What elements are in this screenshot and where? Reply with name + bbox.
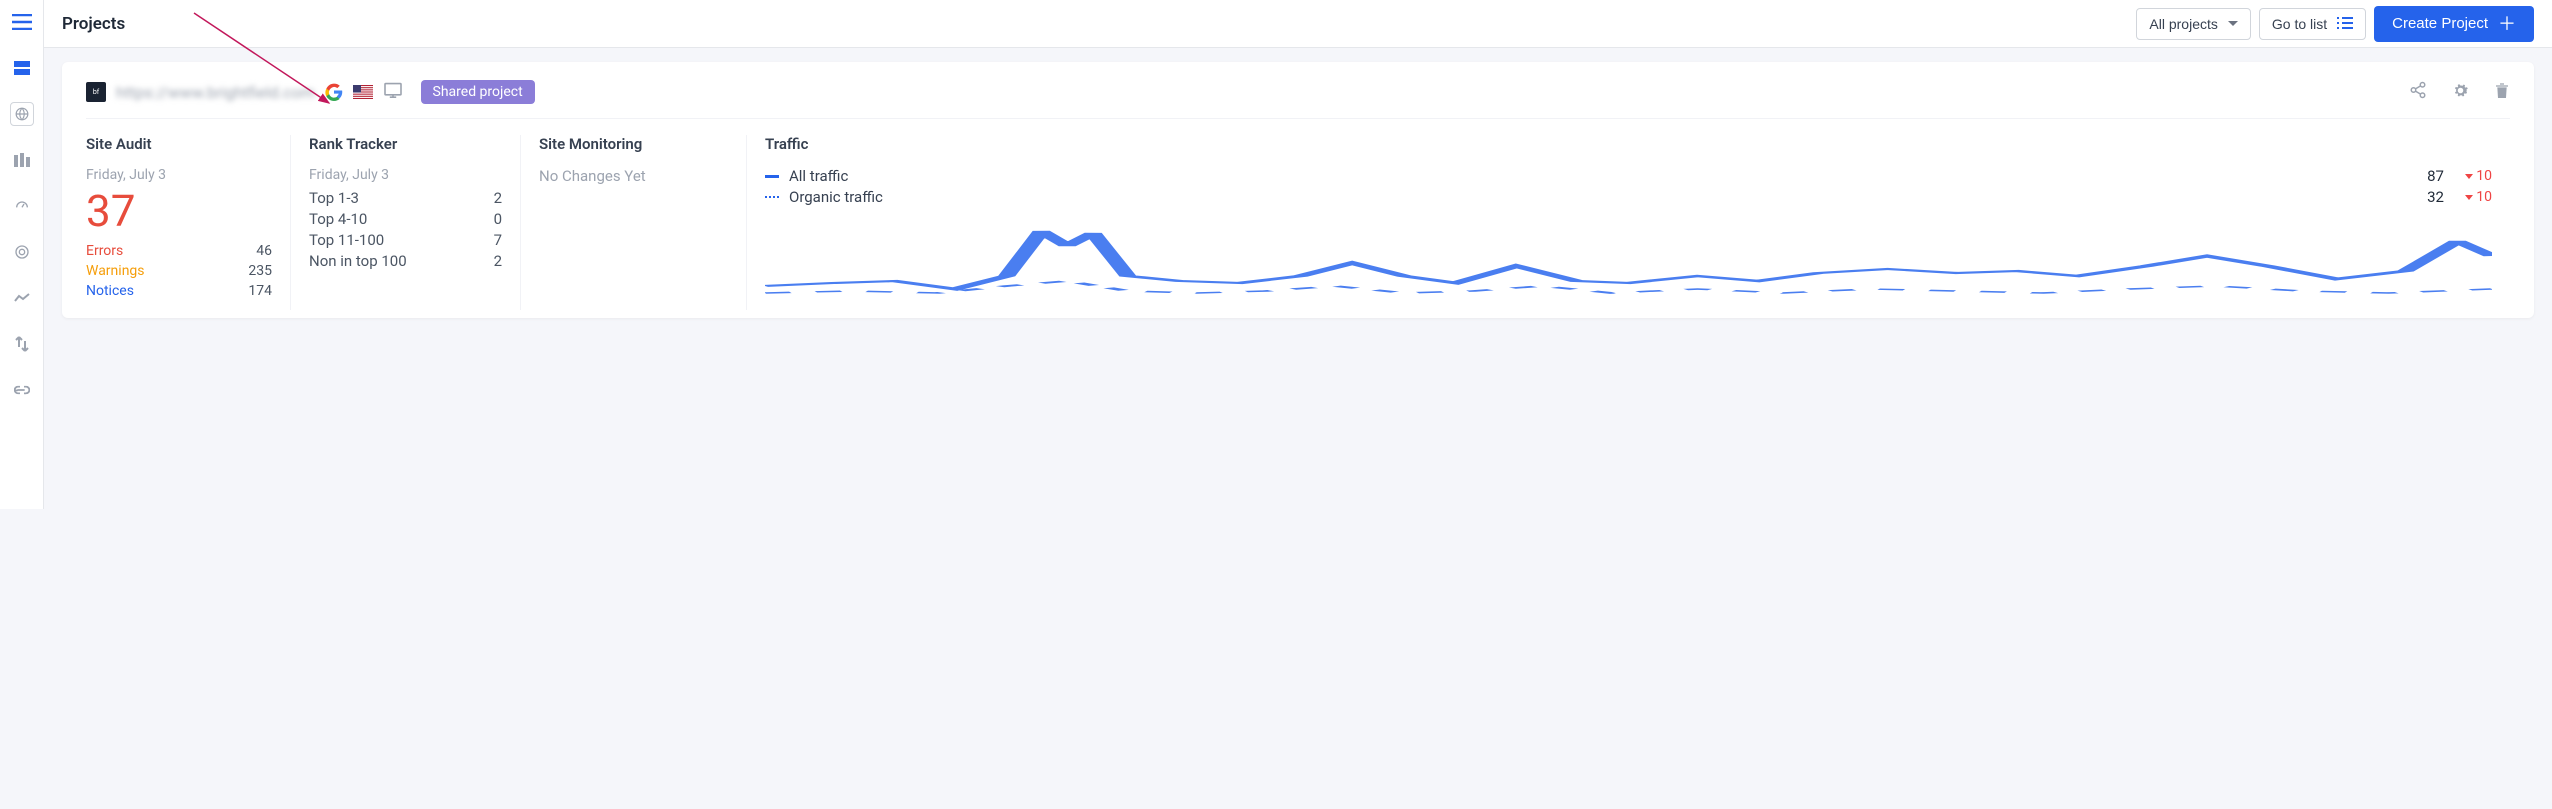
project-card: bf https://www.brightfield.com <box>62 62 2534 318</box>
shared-badge: Shared project <box>421 80 535 104</box>
site-audit-section: Site Audit Friday, July 3 37 Errors 46 W… <box>86 135 291 310</box>
warnings-value: 235 <box>248 263 272 279</box>
rank-label: Top 1-3 <box>309 189 359 207</box>
site-monitoring-title: Site Monitoring <box>539 135 728 153</box>
rank-label: Top 11-100 <box>309 231 384 249</box>
warnings-label: Warnings <box>86 263 145 279</box>
share-icon[interactable] <box>2409 81 2427 103</box>
trash-icon[interactable] <box>2494 81 2510 103</box>
nav-item-projects[interactable] <box>10 56 34 80</box>
traffic-sparkline <box>765 221 2492 306</box>
goto-label: Go to list <box>2272 16 2327 32</box>
rank-value: 2 <box>494 189 502 207</box>
rank-tracker-title: Rank Tracker <box>309 135 502 153</box>
create-project-button[interactable]: Create Project ＋ <box>2374 6 2534 42</box>
errors-label: Errors <box>86 243 123 259</box>
filter-projects-dropdown[interactable]: All projects <box>2136 8 2250 40</box>
errors-row[interactable]: Errors 46 <box>86 243 272 259</box>
chevron-down-icon <box>2228 21 2238 26</box>
menu-icon[interactable] <box>12 14 32 34</box>
site-monitoring-section: Site Monitoring No Changes Yet <box>521 135 747 310</box>
rank-row: Non in top 100 2 <box>309 252 502 270</box>
warnings-row[interactable]: Warnings 235 <box>86 263 272 279</box>
traffic-row-all: All traffic 87 10 <box>765 167 2492 185</box>
site-audit-date: Friday, July 3 <box>86 167 272 183</box>
columns-icon[interactable] <box>10 148 34 172</box>
notices-row[interactable]: Notices 174 <box>86 283 272 299</box>
rank-row: Top 4-10 0 <box>309 210 502 228</box>
traffic-organic-value: 32 <box>2427 188 2444 206</box>
site-audit-title: Site Audit <box>86 135 272 153</box>
page-title: Projects <box>62 14 125 34</box>
target-icon[interactable] <box>10 240 34 264</box>
rank-row: Top 11-100 7 <box>309 231 502 249</box>
no-changes-text: No Changes Yet <box>539 167 728 185</box>
rank-label: Non in top 100 <box>309 252 407 270</box>
trend-icon[interactable] <box>10 286 34 310</box>
traffic-legend-dotted <box>765 196 779 198</box>
link-icon[interactable] <box>10 378 34 402</box>
globe-icon[interactable] <box>10 102 34 126</box>
rank-label: Top 4-10 <box>309 210 367 228</box>
traffic-organic-label: Organic traffic <box>789 188 883 206</box>
gauge-icon[interactable] <box>10 194 34 218</box>
trend-down-icon <box>2465 174 2473 179</box>
notices-label: Notices <box>86 283 134 299</box>
filter-label: All projects <box>2149 16 2217 32</box>
traffic-row-organic: Organic traffic 32 10 <box>765 188 2492 206</box>
plus-icon: ＋ <box>2498 15 2516 33</box>
traffic-all-label: All traffic <box>789 167 848 185</box>
rank-value: 0 <box>494 210 502 228</box>
project-url[interactable]: https://www.brightfield.com <box>116 83 315 102</box>
gear-icon[interactable] <box>2451 81 2470 104</box>
goto-list-button[interactable]: Go to list <box>2259 8 2366 40</box>
traffic-title: Traffic <box>765 135 2492 153</box>
project-header: bf https://www.brightfield.com <box>86 80 2510 119</box>
favicon: bf <box>86 82 106 102</box>
transfer-icon[interactable] <box>10 332 34 356</box>
create-label: Create Project <box>2392 15 2488 32</box>
errors-value: 46 <box>256 243 272 259</box>
rank-tracker-section: Rank Tracker Friday, July 3 Top 1-3 2 To… <box>291 135 521 310</box>
list-icon <box>2337 16 2353 32</box>
rank-value: 2 <box>494 252 502 270</box>
rank-tracker-date: Friday, July 3 <box>309 167 502 183</box>
traffic-section: Traffic All traffic 87 10 <box>747 135 2510 310</box>
google-icon <box>325 83 343 101</box>
site-audit-score: 37 <box>86 189 272 233</box>
page-header: Projects All projects Go to list Create … <box>44 0 2552 48</box>
trend-down-icon <box>2465 195 2473 200</box>
notices-value: 174 <box>248 283 272 299</box>
sidebar <box>0 0 44 509</box>
project-sections: Site Audit Friday, July 3 37 Errors 46 W… <box>86 135 2510 310</box>
traffic-organic-delta: 10 <box>2462 189 2492 205</box>
rank-value: 7 <box>494 231 502 249</box>
rank-row: Top 1-3 2 <box>309 189 502 207</box>
desktop-icon <box>383 82 403 102</box>
flag-us-icon <box>353 85 373 99</box>
traffic-all-delta: 10 <box>2462 168 2492 184</box>
traffic-legend-solid <box>765 175 779 178</box>
traffic-all-value: 87 <box>2427 167 2444 185</box>
